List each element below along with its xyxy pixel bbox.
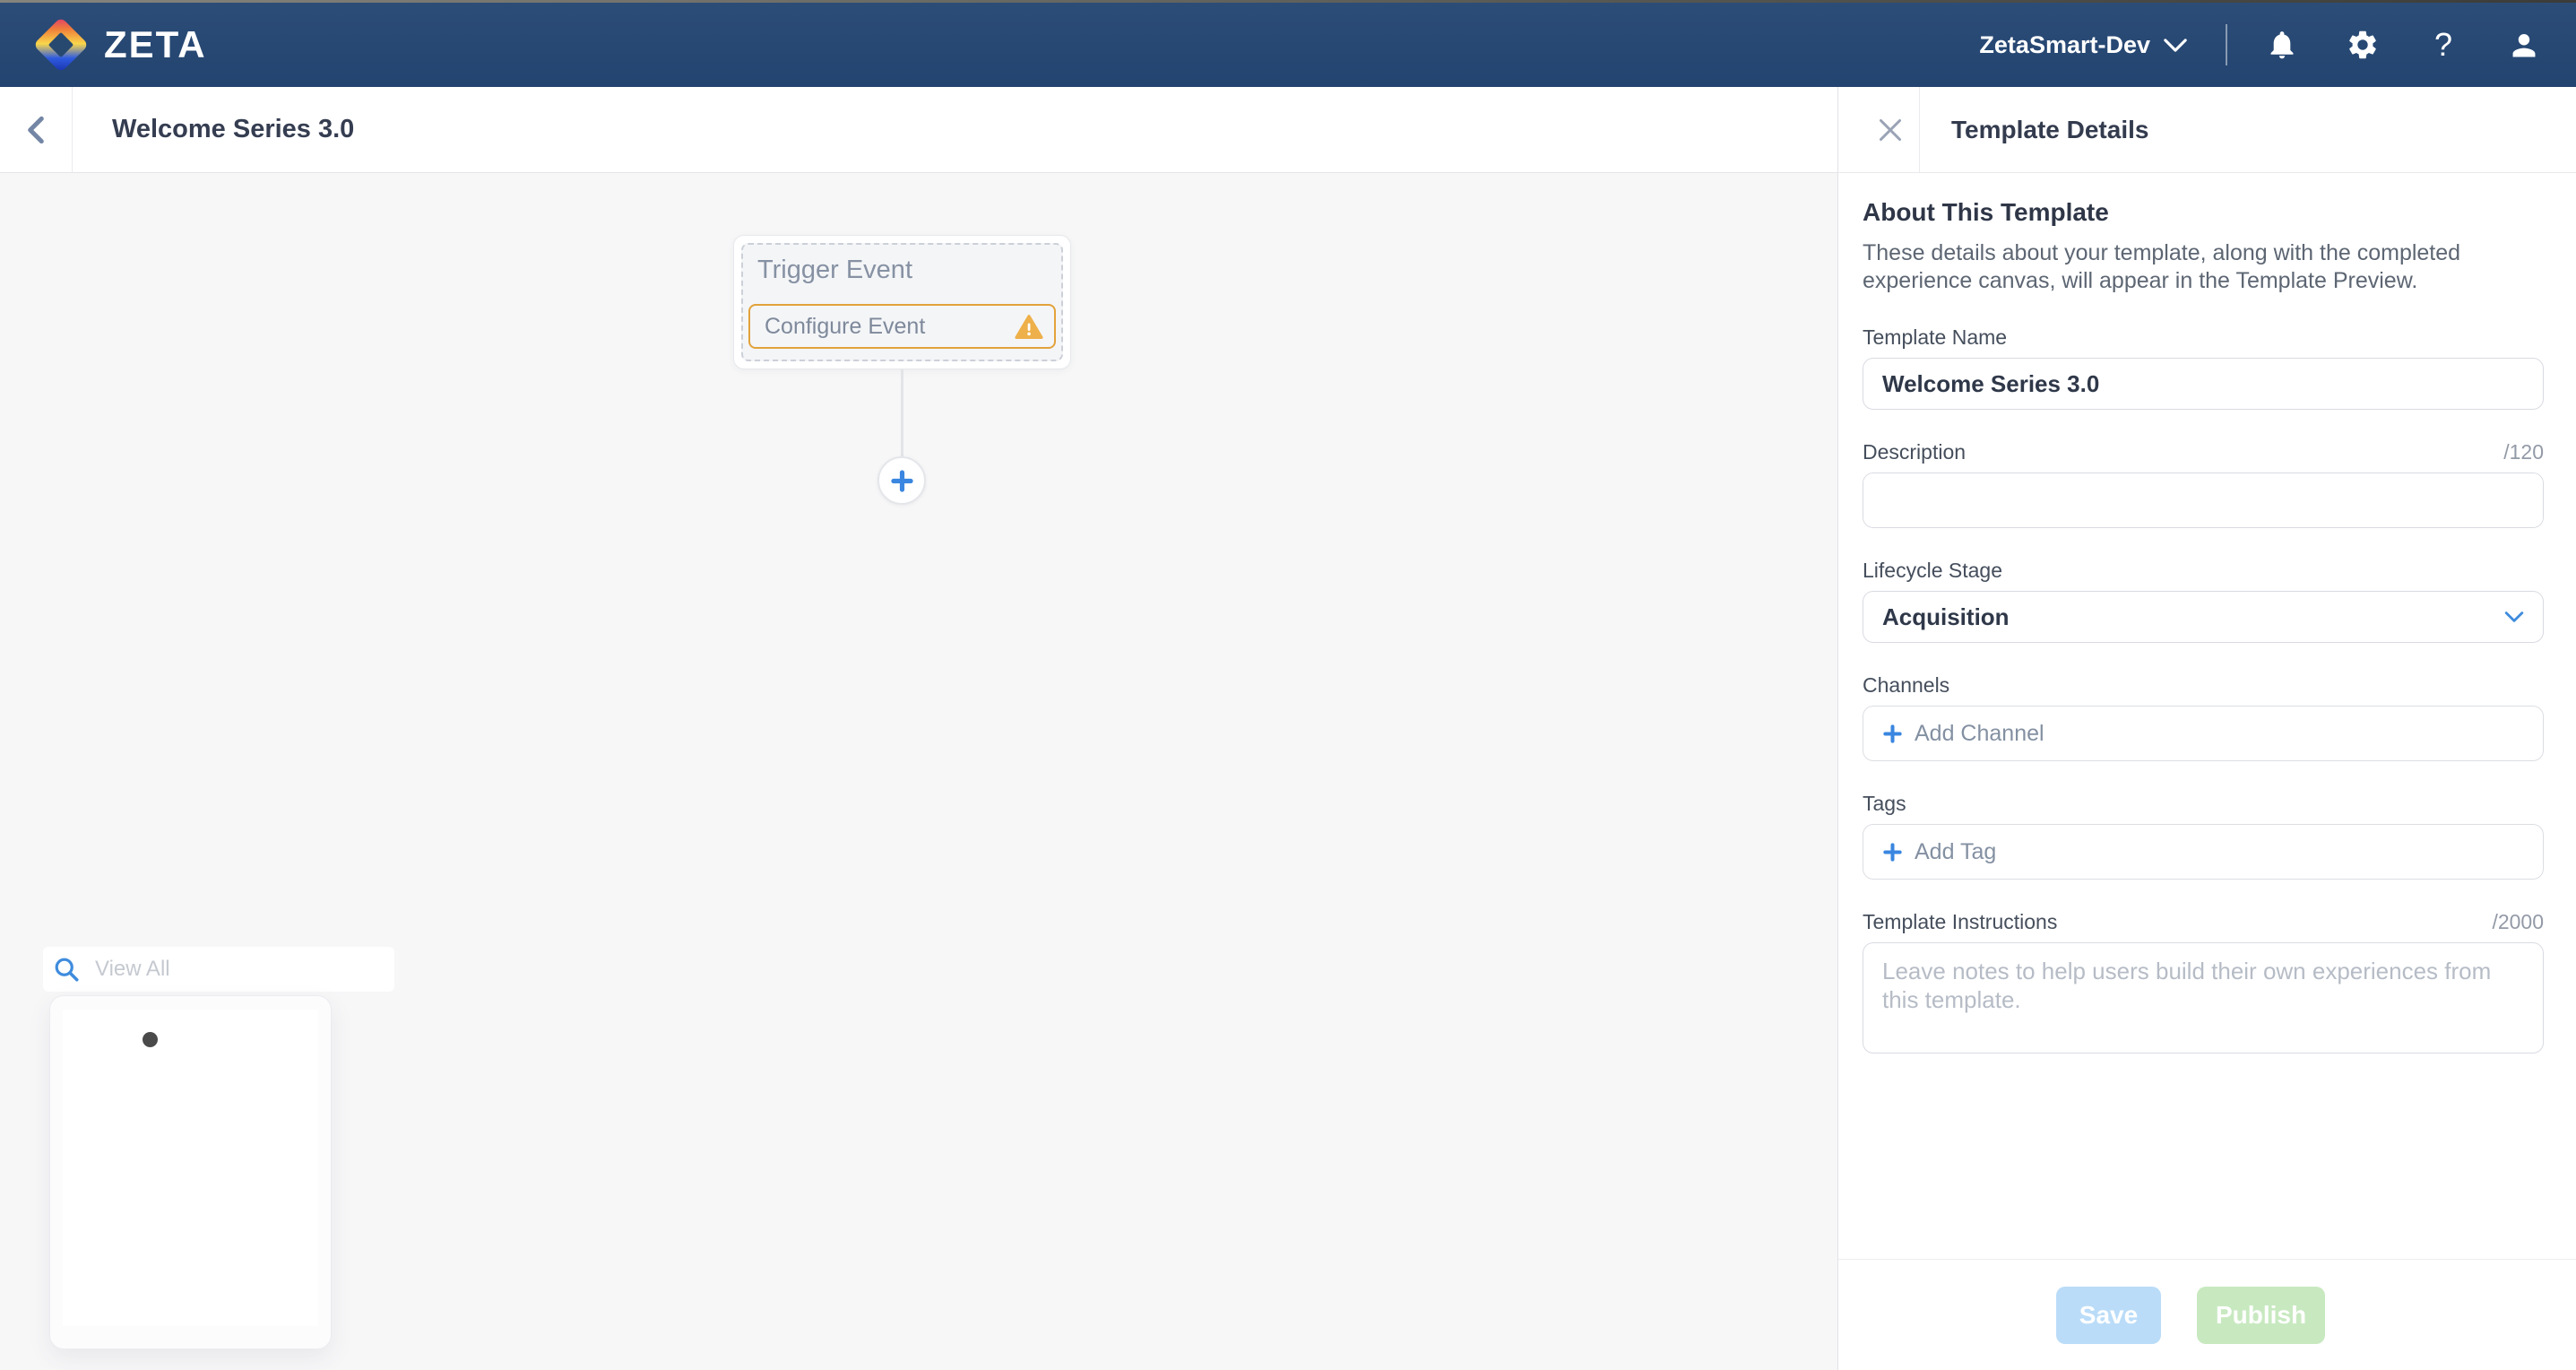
- help-button[interactable]: ?: [2426, 26, 2460, 64]
- tags-label: Tags: [1863, 792, 1906, 816]
- search-icon: [52, 955, 81, 984]
- plus-icon: [1882, 724, 1903, 744]
- top-navbar: ZETA ZetaSmart-Dev ?: [0, 0, 2576, 87]
- instructions-label: Template Instructions: [1863, 910, 2057, 934]
- about-section-description: These details about your template, along…: [1863, 239, 2544, 295]
- zeta-logo-icon: [32, 16, 90, 74]
- lifecycle-stage-label-row: Lifecycle Stage: [1863, 559, 2544, 583]
- plus-icon: [890, 469, 914, 493]
- navbar-icons: ?: [2265, 26, 2541, 64]
- description-counter: /120: [2503, 440, 2544, 464]
- lifecycle-stage-label: Lifecycle Stage: [1863, 559, 2002, 583]
- add-tag-button[interactable]: Add Tag: [1882, 839, 1996, 865]
- publish-button[interactable]: Publish: [2197, 1287, 2325, 1344]
- plus-icon: [1882, 842, 1903, 863]
- trigger-event-dashed-area: Trigger Event Configure Event: [741, 243, 1063, 361]
- description-textarea[interactable]: [1863, 473, 2544, 528]
- trigger-event-title: Trigger Event: [757, 256, 1061, 285]
- app-root: ZETA ZetaSmart-Dev ?: [0, 0, 2576, 1370]
- instructions-label-row: Template Instructions /2000: [1863, 910, 2544, 934]
- chevron-down-icon: [2504, 611, 2524, 623]
- close-icon: [1876, 116, 1905, 144]
- add-step-button[interactable]: [877, 456, 926, 505]
- close-panel-button[interactable]: [1862, 87, 1919, 172]
- warning-triangle-icon: [1015, 314, 1043, 340]
- gear-icon: [2346, 28, 2380, 62]
- help-icon: ?: [2434, 29, 2452, 61]
- node-palette-search: [43, 947, 394, 992]
- lifecycle-stage-value: Acquisition: [1882, 603, 2010, 631]
- channels-label-row: Channels: [1863, 673, 2544, 698]
- profile-icon: [2508, 29, 2540, 61]
- view-all-search-input[interactable]: [93, 956, 344, 983]
- node-connector-line: [901, 369, 903, 458]
- brand-name: ZETA: [104, 23, 207, 66]
- node-palette-panel: [49, 995, 332, 1349]
- template-details-panel: Template Details About This Template The…: [1837, 87, 2576, 1370]
- tags-label-row: Tags: [1863, 792, 2544, 816]
- instructions-textarea[interactable]: [1863, 942, 2544, 1054]
- panel-title: Template Details: [1951, 87, 2148, 172]
- template-name-label-row: Template Name: [1863, 325, 2544, 350]
- channels-label: Channels: [1863, 673, 1949, 698]
- template-name-input[interactable]: [1863, 358, 2544, 410]
- brand: ZETA: [32, 3, 207, 87]
- template-name-label: Template Name: [1863, 325, 2007, 350]
- panel-header: Template Details: [1838, 87, 2576, 173]
- configure-event-label: Configure Event: [765, 314, 925, 340]
- add-channel-button[interactable]: Add Channel: [1882, 721, 2044, 747]
- node-palette-list: [63, 1010, 318, 1326]
- lifecycle-stage-select[interactable]: Acquisition: [1863, 591, 2544, 643]
- tags-box: Add Tag: [1863, 824, 2544, 880]
- panel-header-divider: [1919, 87, 1920, 172]
- back-chevron-icon: [22, 114, 49, 146]
- description-label-row: Description /120: [1863, 440, 2544, 464]
- instructions-counter: /2000: [2492, 910, 2544, 934]
- window-edge-strip: [0, 0, 2576, 3]
- navbar-right: ZetaSmart-Dev ?: [1974, 3, 2541, 87]
- page-title: Welcome Series 3.0: [112, 87, 354, 172]
- account-switcher[interactable]: ZetaSmart-Dev: [1974, 30, 2193, 60]
- add-tag-label: Add Tag: [1915, 839, 1996, 865]
- navbar-divider: [2226, 24, 2227, 65]
- settings-button[interactable]: [2346, 26, 2380, 64]
- experience-canvas[interactable]: Trigger Event Configure Event: [0, 173, 1837, 1370]
- panel-body: About This Template These details about …: [1838, 173, 2576, 1054]
- back-button[interactable]: [0, 87, 73, 172]
- about-section-title: About This Template: [1863, 198, 2544, 227]
- channels-box: Add Channel: [1863, 706, 2544, 761]
- add-channel-label: Add Channel: [1915, 721, 2044, 747]
- panel-footer: Save Publish: [1838, 1259, 2576, 1370]
- description-label: Description: [1863, 440, 1966, 464]
- configure-event-button[interactable]: Configure Event: [748, 304, 1056, 349]
- palette-item-dot: [143, 1032, 158, 1047]
- save-button[interactable]: Save: [2056, 1287, 2161, 1344]
- trigger-event-node[interactable]: Trigger Event Configure Event: [733, 235, 1071, 369]
- notifications-button[interactable]: [2265, 26, 2299, 64]
- page-header: Welcome Series 3.0: [0, 87, 1837, 173]
- account-name: ZetaSmart-Dev: [1979, 31, 2150, 59]
- chevron-down-icon: [2163, 38, 2188, 53]
- profile-button[interactable]: [2507, 26, 2541, 64]
- notifications-bell-icon: [2266, 29, 2298, 61]
